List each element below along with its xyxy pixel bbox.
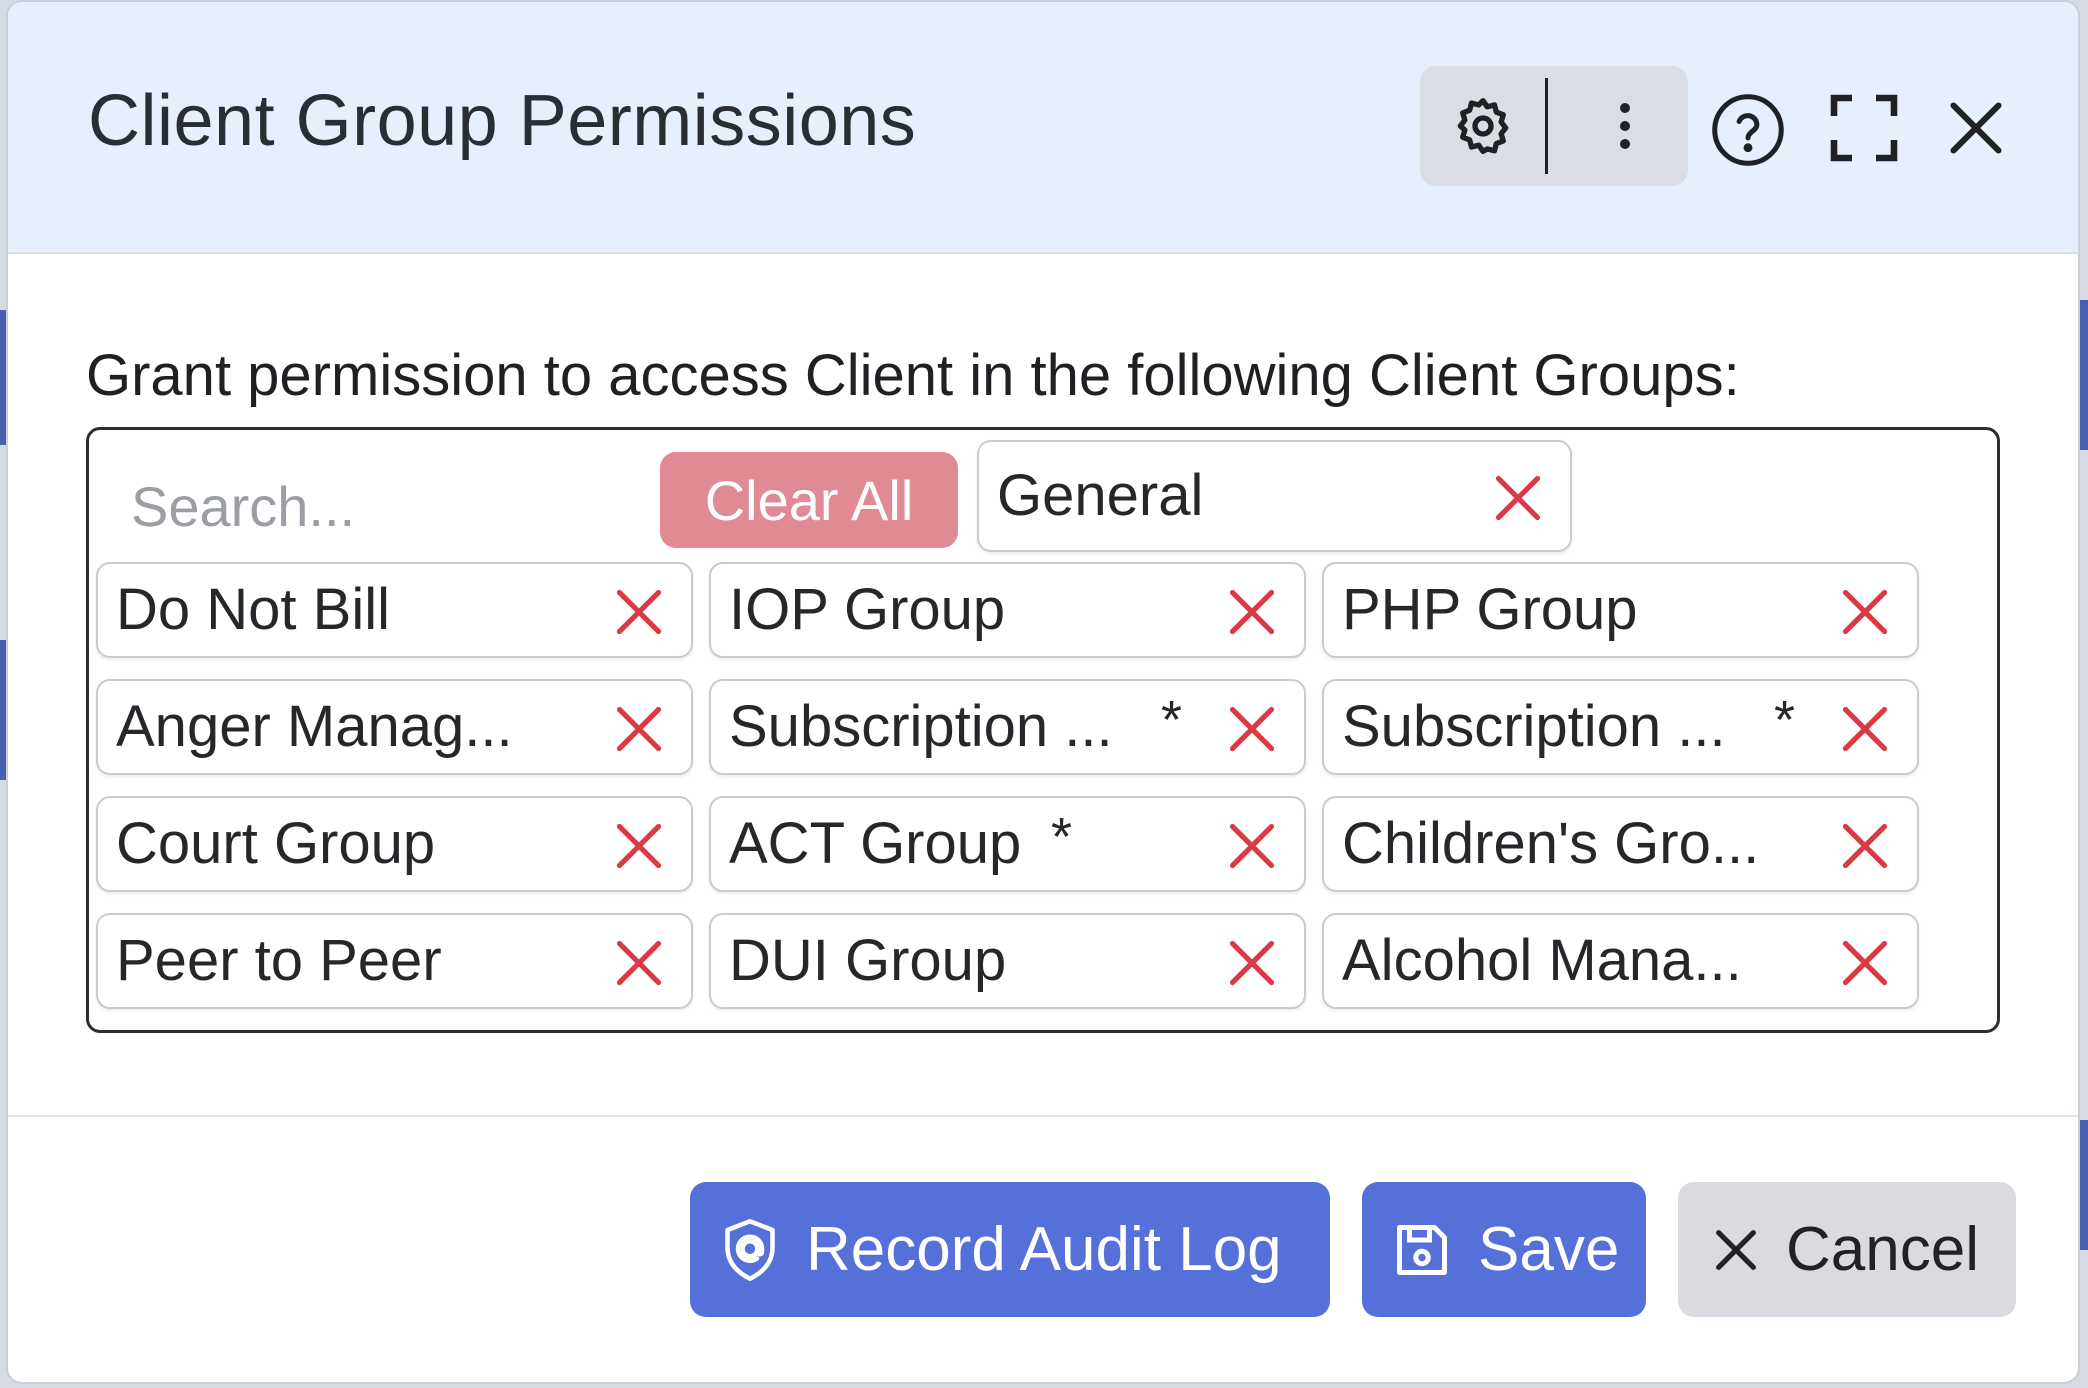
shield-at-icon xyxy=(720,1217,780,1283)
cancel-button[interactable]: Cancel xyxy=(1678,1182,2016,1317)
remove-tag-icon[interactable] xyxy=(1839,703,1891,755)
dialog-title: Client Group Permissions xyxy=(88,81,917,161)
remove-tag-icon[interactable] xyxy=(613,937,665,989)
remove-tag-icon[interactable] xyxy=(613,586,665,638)
group-tag-label: Court Group xyxy=(116,811,436,876)
vertical-dots-icon[interactable] xyxy=(1590,94,1660,158)
required-star: * xyxy=(1774,690,1796,750)
record-audit-log-label: Record Audit Log xyxy=(806,1215,1282,1284)
group-tag: PHP Group xyxy=(1322,562,1919,658)
footer-divider xyxy=(8,1115,2078,1117)
group-tag-label: DUI Group xyxy=(729,928,1007,993)
cancel-label: Cancel xyxy=(1786,1215,1979,1284)
clear-all-button[interactable]: Clear All xyxy=(660,452,958,548)
search-input[interactable] xyxy=(129,465,633,547)
remove-tag-icon[interactable] xyxy=(613,703,665,755)
client-groups-multiselect[interactable]: Clear All General Do Not Bill IOP Group PHP… xyxy=(86,427,2000,1033)
group-tag: Children's Gro... xyxy=(1322,796,1919,892)
button-group-divider xyxy=(1545,78,1548,174)
gear-icon[interactable] xyxy=(1448,94,1518,158)
group-tag-label: ACT Group xyxy=(729,811,1022,876)
group-tag: Anger Manag... xyxy=(96,679,693,775)
group-tag-label: Subscription ... xyxy=(1342,694,1726,759)
record-audit-log-button[interactable]: Record Audit Log xyxy=(690,1182,1330,1317)
save-icon xyxy=(1392,1220,1452,1280)
group-tag-label: Anger Manag... xyxy=(116,694,513,759)
remove-tag-icon[interactable] xyxy=(613,820,665,872)
remove-tag-icon[interactable] xyxy=(1226,937,1278,989)
group-tag-label: Peer to Peer xyxy=(116,928,442,993)
remove-tag-icon[interactable] xyxy=(1226,586,1278,638)
group-tag-label: Do Not Bill xyxy=(116,577,390,642)
group-tag: DUI Group xyxy=(709,913,1306,1009)
group-tag-label: Alcohol Mana... xyxy=(1342,928,1742,993)
expand-icon[interactable] xyxy=(1826,90,1902,166)
group-tag: Do Not Bill xyxy=(96,562,693,658)
group-tag: Court Group xyxy=(96,796,693,892)
save-label: Save xyxy=(1478,1215,1620,1284)
save-button[interactable]: Save xyxy=(1362,1182,1646,1317)
remove-tag-icon[interactable] xyxy=(1839,820,1891,872)
group-tag: Peer to Peer xyxy=(96,913,693,1009)
group-tag-label: Children's Gro... xyxy=(1342,811,1760,876)
group-tag: ACT Group * xyxy=(709,796,1306,892)
required-star: * xyxy=(1051,807,1073,867)
remove-tag-icon[interactable] xyxy=(1226,820,1278,872)
group-tag-label: PHP Group xyxy=(1342,577,1638,642)
remove-tag-icon[interactable] xyxy=(1492,472,1544,524)
group-tag-label: Subscription ... xyxy=(729,694,1113,759)
group-tag-label: IOP Group xyxy=(729,577,1006,642)
dialog-header: Client Group Permissions xyxy=(8,2,2078,254)
group-tag: Subscription ... * xyxy=(709,679,1306,775)
question-circle-icon[interactable] xyxy=(1708,90,1788,170)
group-tag-label: General xyxy=(997,463,1204,528)
close-icon[interactable] xyxy=(1940,92,2012,164)
remove-tag-icon[interactable] xyxy=(1226,703,1278,755)
group-tag: General xyxy=(977,440,1572,552)
x-icon xyxy=(1710,1224,1762,1276)
remove-tag-icon[interactable] xyxy=(1839,586,1891,638)
header-button-group xyxy=(1420,66,1688,186)
permissions-label: Grant permission to access Client in the… xyxy=(86,343,1740,408)
group-tag: Alcohol Mana... xyxy=(1322,913,1919,1009)
required-star: * xyxy=(1161,690,1183,750)
remove-tag-icon[interactable] xyxy=(1839,937,1891,989)
group-tag: IOP Group xyxy=(709,562,1306,658)
client-group-permissions-dialog: Client Group Permissions Grant permissio… xyxy=(8,2,2078,1382)
group-tag: Subscription ... * xyxy=(1322,679,1919,775)
